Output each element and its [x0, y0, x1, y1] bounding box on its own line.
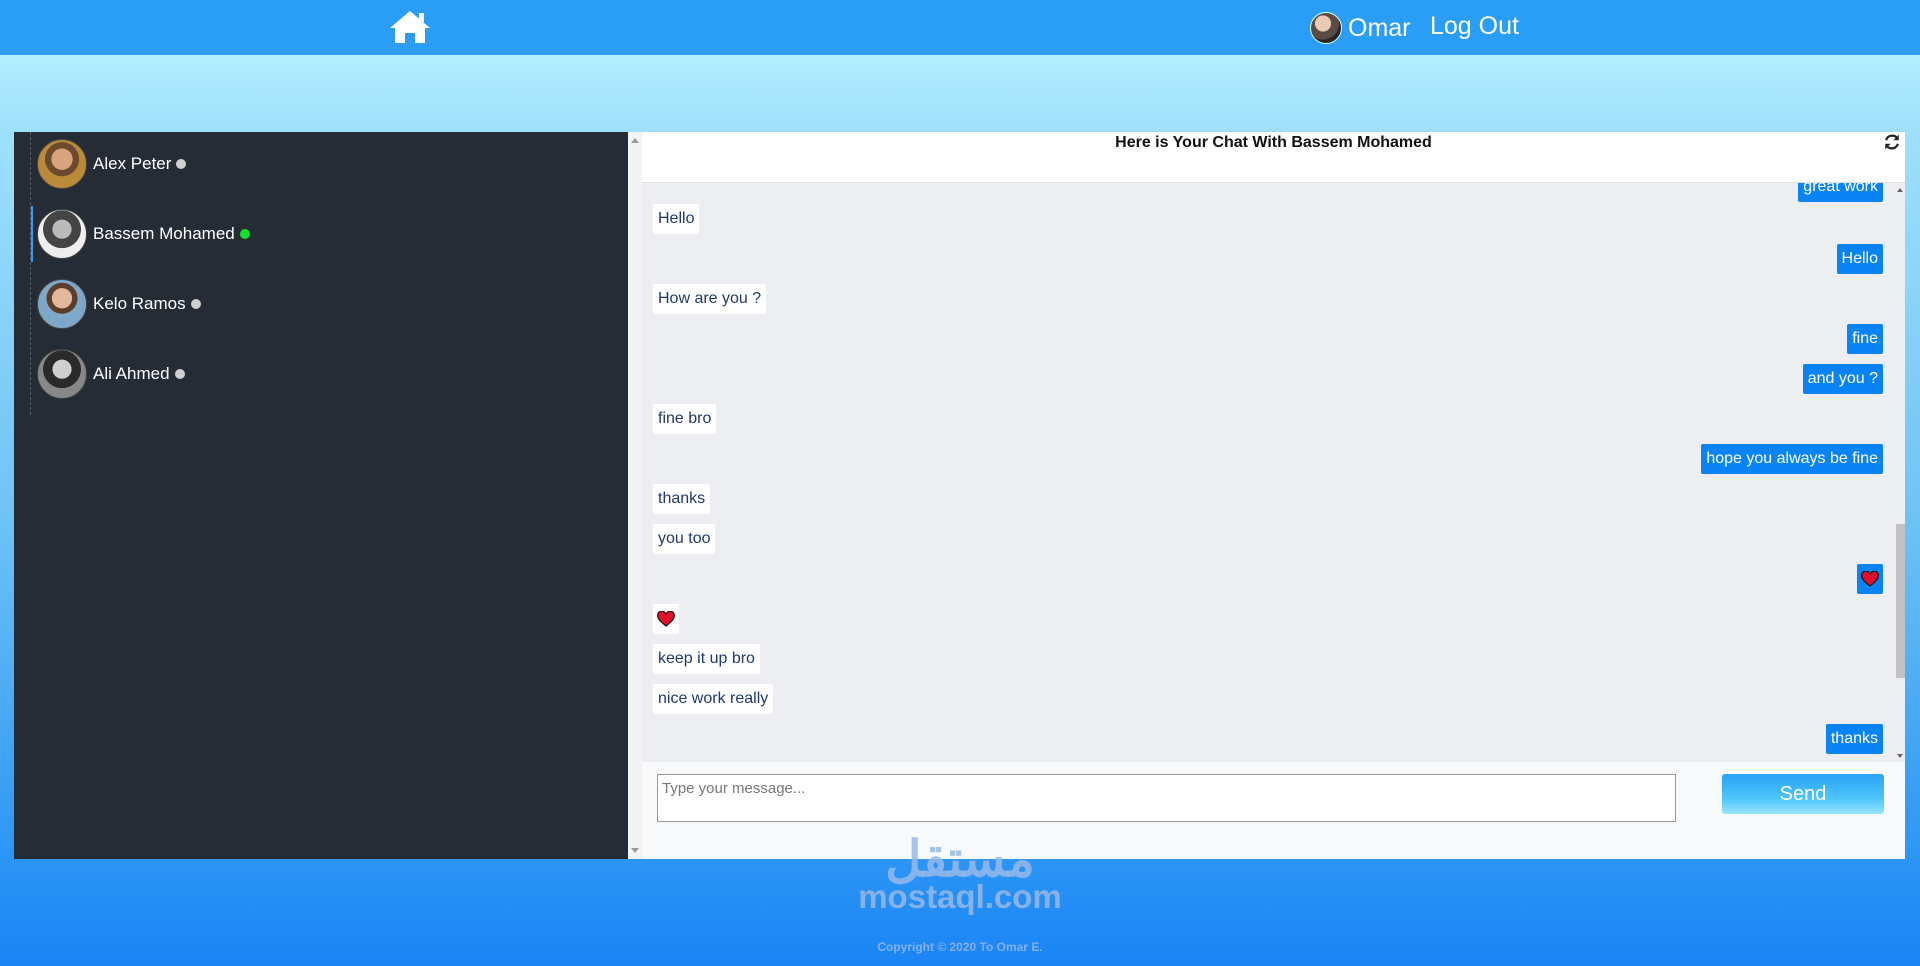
avatar — [37, 349, 87, 399]
contact-name: Kelo Ramos — [93, 294, 186, 313]
chat-panel: Alex Peter Bassem Mohamed Kelo Ramos Ali… — [14, 132, 1905, 859]
watermark-arabic: مستقل — [885, 831, 1035, 887]
message-outgoing: great work — [1798, 183, 1883, 202]
contacts-sidebar: Alex Peter Bassem Mohamed Kelo Ramos Ali… — [14, 132, 628, 859]
contact-item[interactable]: Alex Peter — [33, 136, 373, 192]
contact-list: Alex Peter Bassem Mohamed Kelo Ramos Ali… — [30, 132, 611, 415]
contact-name: Alex Peter — [93, 154, 172, 173]
scroll-up-icon[interactable] — [631, 138, 639, 143]
copyright-text: Copyright © 2020 To Omar E. — [877, 940, 1043, 954]
heart-icon — [1861, 570, 1879, 587]
message-outgoing: fine — [1847, 324, 1883, 354]
messages-scrollbar[interactable] — [1896, 183, 1905, 762]
message-incoming: keep it up bro — [653, 644, 760, 674]
contact-name: Bassem Mohamed — [93, 224, 235, 243]
current-user[interactable]: Omar — [1310, 12, 1411, 44]
avatar — [1310, 12, 1342, 44]
contact-item[interactable]: Bassem Mohamed — [31, 206, 373, 262]
contact-item[interactable]: Ali Ahmed — [33, 346, 373, 402]
status-dot — [190, 299, 201, 309]
contact-item[interactable]: Kelo Ramos — [33, 276, 373, 332]
heart-icon — [657, 610, 675, 627]
scroll-down-icon[interactable] — [1897, 754, 1903, 758]
top-nav: Omar Log Out — [0, 0, 1920, 55]
message-incoming — [653, 604, 679, 634]
chat-area: Here is Your Chat With Bassem Mohamed gr… — [642, 132, 1905, 859]
message-outgoing: Hello — [1836, 244, 1883, 274]
message-outgoing — [1857, 564, 1883, 594]
logout-link[interactable]: Log Out — [1430, 12, 1519, 41]
sidebar-scrollbar[interactable] — [628, 132, 642, 859]
message-input[interactable] — [657, 774, 1676, 822]
chat-title: Here is Your Chat With Bassem Mohamed — [1115, 134, 1432, 151]
message-incoming: Hello — [653, 204, 700, 234]
message-incoming: thanks — [653, 484, 711, 514]
message-outgoing: and you ? — [1802, 364, 1883, 394]
status-dot — [176, 159, 187, 169]
contact-name: Ali Ahmed — [93, 364, 170, 383]
message-outgoing: thanks — [1825, 724, 1883, 754]
message-incoming: fine bro — [653, 404, 717, 434]
user-name: Omar — [1348, 13, 1411, 42]
send-button[interactable]: Send — [1722, 774, 1884, 814]
avatar — [37, 209, 87, 259]
status-dot — [239, 229, 250, 239]
home-icon[interactable] — [388, 9, 432, 45]
message-incoming: How are you ? — [653, 284, 767, 314]
message-incoming: nice work really — [653, 684, 774, 714]
message-outgoing: hope you always be fine — [1701, 444, 1883, 474]
avatar — [37, 139, 87, 189]
message-list: great work Hello Hello How are you ? fin… — [642, 183, 1896, 762]
message-incoming: you too — [653, 524, 716, 554]
avatar — [37, 279, 87, 329]
status-dot — [174, 369, 185, 379]
scroll-thumb[interactable] — [1896, 524, 1905, 678]
scroll-down-icon[interactable] — [631, 848, 639, 853]
refresh-icon[interactable] — [1883, 133, 1901, 151]
scroll-up-icon[interactable] — [1897, 188, 1903, 192]
watermark-site: mostaql.com — [858, 878, 1062, 915]
chat-header: Here is Your Chat With Bassem Mohamed — [642, 132, 1905, 183]
watermark: مستقل mostaql.com — [840, 831, 1080, 915]
